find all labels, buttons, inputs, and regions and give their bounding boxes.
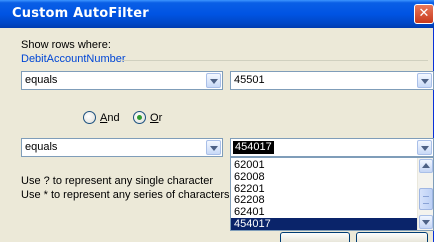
close-button[interactable]: ✕: [414, 4, 434, 24]
field-name-label: DebitAccountNumber: [21, 53, 126, 65]
dropdown-list-item[interactable]: 62001: [231, 159, 417, 171]
criteria2-operator-select[interactable]: equals: [21, 138, 223, 157]
dialog-title: Custom AutoFilter: [12, 6, 149, 21]
criteria2-dropdown-list[interactable]: 62001 62008 62201 62208 62401 454017: [230, 157, 434, 231]
title-bar: Custom AutoFilter ✕: [0, 0, 434, 28]
group-divider: [122, 60, 428, 61]
criteria1-value: 45501: [234, 74, 265, 86]
custom-autofilter-dialog: Custom AutoFilter ✕ Show rows where: Deb…: [0, 0, 434, 242]
dropdown-list-item[interactable]: 62401: [231, 206, 417, 218]
hint-series-characters: Use * to represent any series of charact…: [21, 189, 230, 201]
dropdown-list-item[interactable]: 62008: [231, 171, 417, 183]
or-radio-label: Or: [150, 111, 163, 124]
close-icon: ✕: [418, 6, 430, 21]
chevron-down-icon[interactable]: [417, 73, 432, 88]
chevron-down-icon[interactable]: [206, 73, 221, 88]
and-radio[interactable]: And: [83, 111, 120, 124]
scroll-up-icon[interactable]: [419, 159, 433, 173]
radio-checked-icon: [133, 111, 146, 124]
scroll-down-icon[interactable]: [419, 215, 433, 229]
radio-unchecked-icon: [83, 111, 96, 124]
criteria1-operator-select[interactable]: equals: [21, 71, 223, 90]
ok-button[interactable]: [280, 232, 350, 242]
scrollbar-thumb[interactable]: [419, 188, 433, 210]
cancel-button[interactable]: [356, 232, 428, 242]
or-radio[interactable]: Or: [133, 111, 162, 124]
show-rows-label: Show rows where:: [21, 39, 111, 51]
criteria2-value[interactable]: 454017: [233, 141, 274, 154]
dropdown-scrollbar[interactable]: [417, 158, 433, 230]
criteria2-operator-value: equals: [25, 141, 58, 153]
dropdown-list-item[interactable]: 62208: [231, 194, 417, 206]
and-radio-label: And: [100, 111, 120, 124]
dropdown-list-item[interactable]: 62201: [231, 183, 417, 195]
criteria1-operator-value: equals: [25, 74, 58, 86]
criteria2-value-combo[interactable]: 454017: [230, 138, 434, 157]
dropdown-list-item[interactable]: 454017: [231, 218, 417, 230]
hint-single-character: Use ? to represent any single character: [21, 175, 213, 187]
chevron-down-icon[interactable]: [417, 140, 432, 155]
criteria1-value-combo[interactable]: 45501: [230, 71, 434, 90]
chevron-down-icon[interactable]: [206, 140, 221, 155]
